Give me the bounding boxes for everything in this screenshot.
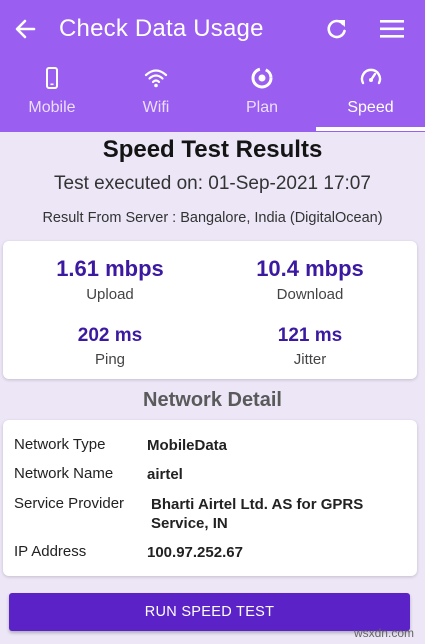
watermark-text: wsxdn.com: [353, 626, 414, 640]
network-detail-card: Network Type MobileData Network Name air…: [3, 420, 417, 576]
active-tab-indicator: [316, 127, 425, 131]
network-name-label: Network Name: [14, 465, 114, 482]
upload-value: 1.61 mbps: [56, 256, 164, 281]
ping-value: 202 ms: [77, 325, 143, 346]
jitter-value: 121 ms: [277, 325, 343, 346]
tab-speed[interactable]: Speed: [316, 58, 425, 132]
download-label: Download: [276, 286, 344, 303]
upload-metric: 1.61 mbps Upload: [10, 256, 210, 303]
back-button[interactable]: [12, 15, 40, 43]
top-bar: Check Data Usage Mobile Wifi Plan Speed: [0, 0, 425, 132]
refresh-icon: [327, 19, 346, 39]
app-title: Check Data Usage: [59, 15, 264, 42]
app-bar: Check Data Usage: [0, 0, 425, 58]
refresh-button[interactable]: [324, 16, 350, 42]
tab-wifi-label: Wifi: [142, 99, 170, 116]
wifi-icon: [144, 69, 168, 88]
tab-mobile-label: Mobile: [28, 99, 76, 116]
tab-mobile[interactable]: Mobile: [0, 58, 104, 132]
download-value: 10.4 mbps: [256, 256, 364, 281]
arrow-left-icon: [15, 19, 36, 39]
smartphone-icon: [46, 67, 58, 89]
ip-address-value: 100.97.252.67: [147, 544, 243, 561]
menu-button[interactable]: [378, 16, 406, 42]
network-detail-heading: Network Detail: [143, 389, 282, 411]
jitter-metric: 121 ms Jitter: [210, 325, 410, 368]
ip-address-label: IP Address: [14, 543, 87, 560]
upload-label: Upload: [86, 286, 134, 303]
hamburger-menu-icon: [380, 20, 404, 38]
ping-metric: 202 ms Ping: [10, 325, 210, 368]
tab-plan-label: Plan: [245, 99, 279, 116]
test-executed-text: Test executed on: 01-Sep-2021 17:07: [54, 173, 371, 194]
service-provider-label: Service Provider: [14, 495, 125, 512]
tab-speed-label: Speed: [347, 99, 394, 116]
tab-bar: Mobile Wifi Plan Speed: [0, 58, 425, 132]
results-title: Speed Test Results: [102, 136, 323, 163]
jitter-label: Jitter: [293, 351, 327, 368]
network-type-value: MobileData: [147, 437, 228, 454]
network-name-value: airtel: [147, 466, 183, 483]
ping-label: Ping: [94, 351, 126, 368]
tab-wifi[interactable]: Wifi: [104, 58, 208, 132]
service-provider-value: Bharti Airtel Ltd. AS for GPRS Service, …: [151, 496, 364, 532]
server-text: Result From Server : Bangalore, India (D…: [42, 210, 383, 226]
network-type-label: Network Type: [14, 436, 106, 453]
speedometer-icon: [360, 68, 381, 85]
run-speed-test-button[interactable]: RUN SPEED TEST: [9, 593, 410, 631]
tab-plan[interactable]: Plan: [210, 58, 314, 132]
metrics-card: 1.61 mbps Upload 10.4 mbps Download 202 …: [3, 241, 417, 379]
plan-icon: [251, 67, 273, 89]
download-metric: 10.4 mbps Download: [210, 256, 410, 303]
